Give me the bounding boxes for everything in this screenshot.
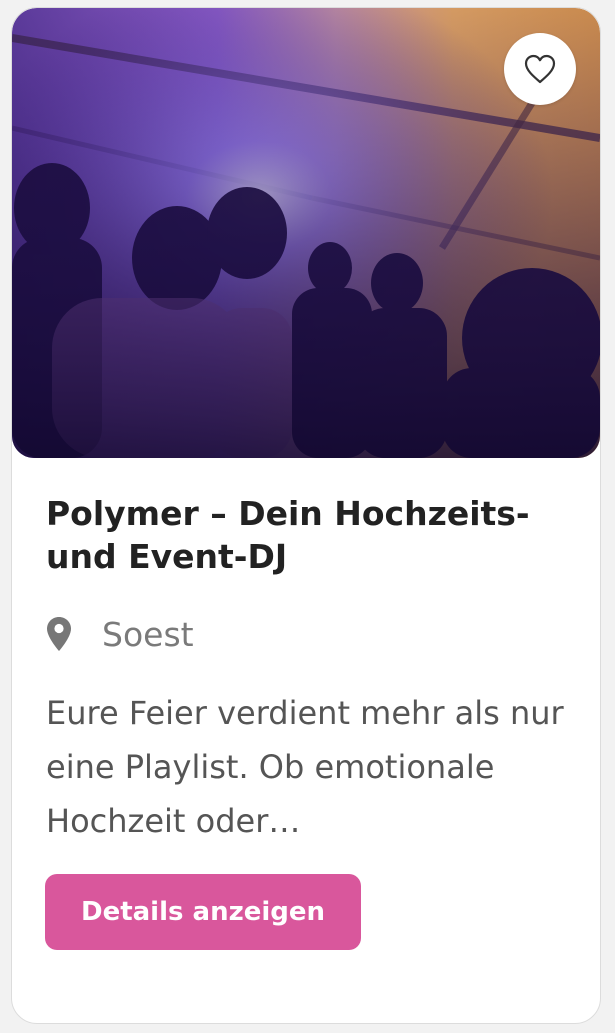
map-pin-icon xyxy=(46,614,86,654)
listing-body: Polymer – Dein Hochzeits- und Event-DJ S… xyxy=(46,492,576,848)
listing-card: Polymer – Dein Hochzeits- und Event-DJ S… xyxy=(11,7,601,1024)
listing-description: Eure Feier verdient mehr als nur eine Pl… xyxy=(46,694,564,840)
details-button[interactable]: Details anzeigen xyxy=(45,874,361,950)
listing-photo[interactable] xyxy=(12,8,600,458)
heart-outline-icon xyxy=(523,53,557,85)
listing-title[interactable]: Polymer – Dein Hochzeits- und Event-DJ xyxy=(46,492,576,578)
favorite-button[interactable] xyxy=(504,33,576,105)
location-label: Soest xyxy=(102,614,194,654)
location-row: Soest xyxy=(46,612,576,656)
